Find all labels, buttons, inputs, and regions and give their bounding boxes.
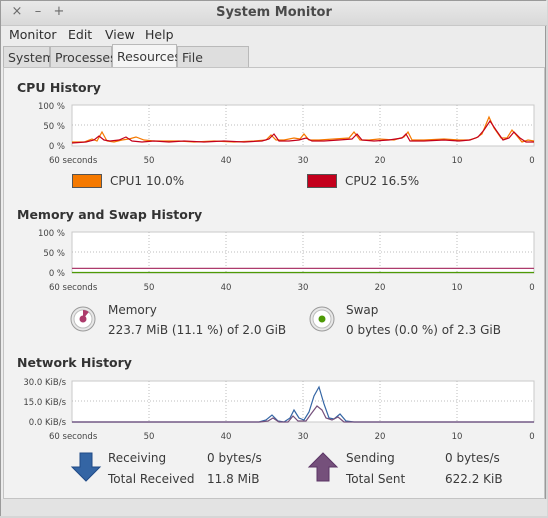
sending-arrow-icon <box>307 452 339 482</box>
total-sent-value: 622.2 KiB <box>445 472 503 486</box>
network-history-graph: 30.0 KiB/s 15.0 KiB/s 0.0 KiB/s 60 secon… <box>23 378 535 442</box>
network-xtick-20: 20 <box>375 432 386 442</box>
receiving-label: Receiving <box>108 451 167 465</box>
menu-help[interactable]: Help <box>145 27 174 42</box>
receiving-value: 0 bytes/s <box>207 451 262 465</box>
cpu1-value: 10.0% <box>146 174 185 188</box>
cpu1-color-swatch[interactable] <box>72 174 102 188</box>
network-xtick-40: 40 <box>221 432 232 442</box>
network-grid <box>71 380 535 423</box>
memory-ytick-50: 50 % <box>43 249 65 259</box>
memory-xtick-30: 30 <box>298 283 309 293</box>
network-xtick-0: 0 <box>529 432 534 442</box>
cpu1-label: CPU1 <box>110 174 143 188</box>
total-received-label: Total Received <box>108 472 195 486</box>
status-bar <box>1 499 547 516</box>
total-sent-label: Total Sent <box>346 472 406 486</box>
cpu2-value: 16.5% <box>381 174 420 188</box>
total-received-value: 11.8 MiB <box>207 472 260 486</box>
network-xtick-30: 30 <box>298 432 309 442</box>
network-xtick-50: 50 <box>144 432 155 442</box>
network-ytick-0: 0.0 KiB/s <box>29 418 67 428</box>
tab-resources[interactable]: Resources <box>112 44 181 68</box>
cpu-xtick-40: 40 <box>221 156 232 166</box>
memory-label: Memory <box>108 303 157 317</box>
swap-pie-icon[interactable] <box>309 306 335 332</box>
tab-processes[interactable]: Processes <box>50 46 117 67</box>
network-ytick-15: 15.0 KiB/s <box>23 398 66 408</box>
swap-label: Swap <box>346 303 379 317</box>
swap-value: 0 bytes (0.0 %) of 2.3 GiB <box>346 323 501 337</box>
memory-grid <box>71 231 535 274</box>
memory-xtick-0: 0 <box>529 283 534 293</box>
network-xtick-60: 60 seconds <box>49 432 98 442</box>
tab-system[interactable]: System <box>3 46 55 67</box>
cpu-history-graph: 100 % 50 % 0 % 60 seconds 50 40 30 20 10… <box>38 102 535 166</box>
receiving-arrow-icon <box>70 452 102 482</box>
menu-edit[interactable]: Edit <box>68 27 92 42</box>
memory-xtick-20: 20 <box>375 283 386 293</box>
sending-label: Sending <box>346 451 395 465</box>
tab-file-systems[interactable]: File Systems <box>177 46 249 86</box>
cpu2-color-swatch[interactable] <box>307 174 337 188</box>
cpu-xtick-0: 0 <box>529 156 534 166</box>
memory-xtick-50: 50 <box>144 283 155 293</box>
menu-bar: Monitor Edit View Help <box>1 25 547 45</box>
resources-panel: CPU History 100 % 50 % 0 % 60 seconds 50… <box>3 67 545 499</box>
memory-history-graph: 100 % 50 % 0 % 60 seconds 50 40 30 20 10… <box>38 229 535 293</box>
network-xtick-10: 10 <box>452 432 463 442</box>
cpu-ytick-50: 50 % <box>43 122 65 132</box>
title-bar[interactable]: × – + System Monitor <box>1 1 547 26</box>
window-title: System Monitor <box>216 5 332 20</box>
cpu-ytick-100: 100 % <box>38 102 65 112</box>
cpu-xtick-20: 20 <box>375 156 386 166</box>
cpu-xtick-50: 50 <box>144 156 155 166</box>
memory-xtick-60: 60 seconds <box>49 283 98 293</box>
cpu-xtick-60: 60 seconds <box>49 156 98 166</box>
memory-ytick-100: 100 % <box>38 229 65 239</box>
network-ytick-30: 30.0 KiB/s <box>23 378 66 388</box>
tab-bar: System Processes Resources File Systems <box>1 44 547 86</box>
memory-xtick-40: 40 <box>221 283 232 293</box>
memory-ytick-0: 0 % <box>49 269 65 279</box>
menu-view[interactable]: View <box>105 27 135 42</box>
cpu-xtick-30: 30 <box>298 156 309 166</box>
memory-pie-icon[interactable] <box>70 306 96 332</box>
menu-monitor[interactable]: Monitor <box>9 27 57 42</box>
cpu2-label: CPU2 <box>345 174 378 188</box>
cpu-xtick-10: 10 <box>452 156 463 166</box>
memory-value: 223.7 MiB (11.1 %) of 2.0 GiB <box>108 323 287 337</box>
system-monitor-window: × – + System Monitor Monitor Edit View H… <box>0 0 547 516</box>
cpu-ytick-0: 0 % <box>49 142 65 152</box>
memory-xtick-10: 10 <box>452 283 463 293</box>
sending-value: 0 bytes/s <box>445 451 500 465</box>
